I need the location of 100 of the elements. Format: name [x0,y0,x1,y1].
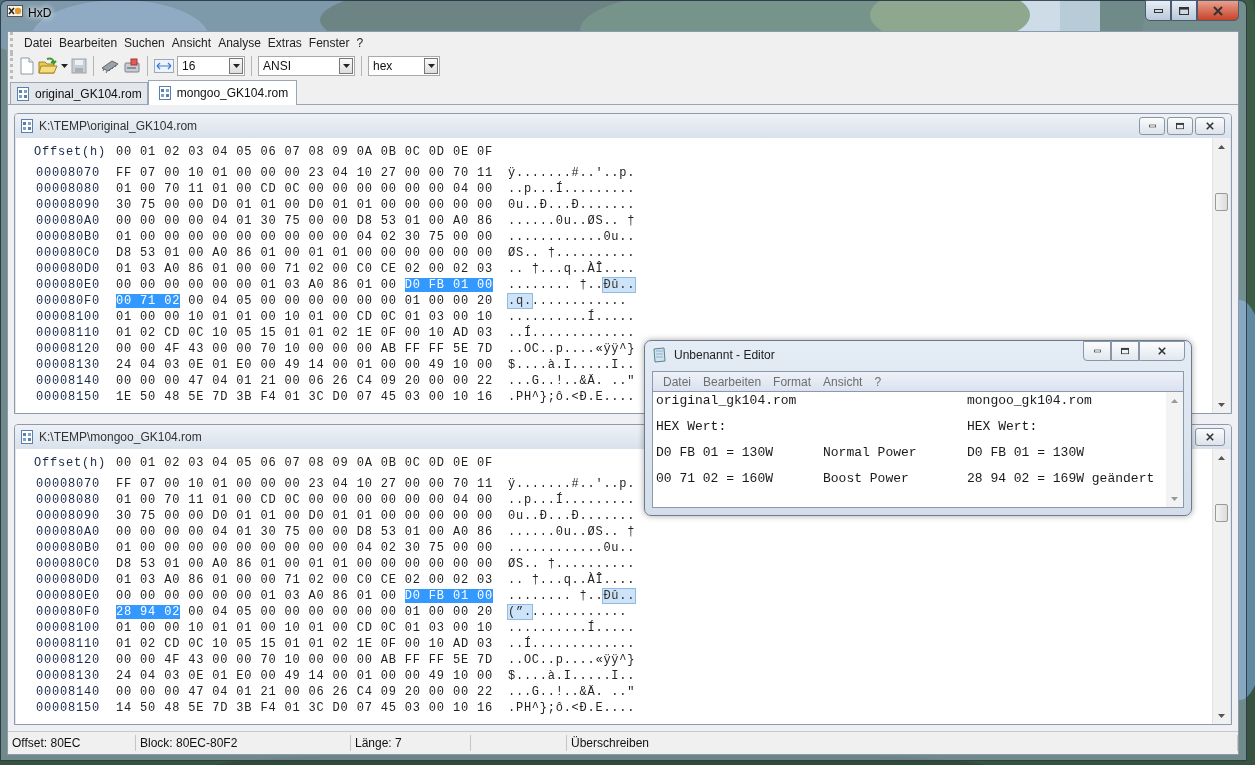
close-icon [1213,5,1223,16]
minimize-icon [1093,349,1101,353]
menu-item[interactable]: ? [353,35,367,50]
scrollbar-thumb[interactable] [1215,504,1228,522]
row-offset: 00008130 [36,358,101,372]
maximize-button[interactable] [1171,0,1197,21]
document-text: HEX Wert: [967,419,1038,434]
row-offset: 000080C0 [36,557,101,571]
document-text: 00 71 02 = 160W [656,471,774,486]
selected-text: .q. [508,294,532,308]
hex-bytes: 24 04 03 0E 01 E0 00 49 14 00 01 00 00 49 10 00 [116,358,493,372]
status-text: Länge: 7 [351,735,471,751]
maximize-icon [1121,347,1129,355]
column-header: 00 01 02 03 04 05 06 07 08 09 0A 0B 0C 0D 0E 0F [116,145,493,159]
row-offset: 00008090 [36,198,101,212]
selected-bytes: D0 FB 01 00 [404,278,493,292]
ascii-text: ØS.. †.......... [508,557,636,571]
scrollbar-thumb[interactable] [1215,193,1228,211]
selected-bytes: D0 FB 01 00 [404,589,493,603]
maximize-button[interactable] [1167,117,1193,135]
menu-item[interactable]: Analyse [215,35,264,50]
ascii-text: ........ †.. [508,589,604,603]
minimize-icon [1153,8,1163,13]
charset-dropdown[interactable]: ANSI [258,56,355,76]
ascii-text: $....à.I.....I.. [508,358,636,372]
close-button[interactable] [1197,0,1239,21]
bytes-per-row-dropdown[interactable]: 16 [177,56,245,76]
row-offset: 000080E0 [36,589,101,603]
hex-bytes: 01 00 00 00 00 00 00 00 00 00 04 02 30 75 00 00 [116,541,493,555]
offset-base-dropdown[interactable]: hex [368,56,440,76]
menu-item[interactable]: Extras [264,35,305,50]
hex-bytes: 01 00 00 00 00 00 00 00 00 00 04 02 30 75 00 00 [116,230,493,244]
hex-bytes: 01 02 CD 0C 10 05 15 01 01 02 1E 0F 00 10 AD 03 [116,637,493,651]
ascii-text: ............0u.. [508,230,636,244]
hex-bytes: 00 00 00 47 04 01 21 00 06 26 C4 09 20 00 00 22 [116,685,493,699]
window-title: K:\TEMP\original_GK104.rom [39,119,198,133]
row-offset: 000080C0 [36,246,101,260]
row-offset: 00008080 [36,182,101,196]
close-button[interactable] [1195,428,1225,446]
ascii-text: ......0u..ØS.. † [508,525,636,539]
document-text: HEX Wert: [656,419,727,434]
hex-bytes: 30 75 00 00 D0 01 01 00 D0 01 01 00 00 00 00 00 [116,198,493,212]
menu-item[interactable]: Fenster [305,35,353,50]
file-icon [21,430,33,444]
selected-bytes: 28 94 02 [116,605,181,619]
column-header: Offset(h) [34,456,107,470]
menu-item[interactable]: Bearbeiten [697,374,768,389]
close-button[interactable] [1195,117,1225,135]
row-offset: 000080A0 [36,525,101,539]
ascii-text: ..Í............. [508,637,636,651]
window-title: K:\TEMP\mongoo_GK104.rom [39,430,202,444]
file-tab[interactable]: original_GK104.rom [10,82,148,104]
menu-item[interactable]: ? [868,374,888,389]
menu-item[interactable]: Datei [21,35,55,50]
caret-icon [342,64,350,68]
document-text: Normal Power [823,445,917,460]
menu-item[interactable]: Datei [657,374,697,389]
minimize-button[interactable] [1145,0,1171,21]
hex-bytes: 01 00 70 11 01 00 CD 0C 00 00 00 00 00 00 04 00 [116,493,493,507]
scroll-down-icon[interactable] [1218,402,1225,407]
hex-bytes: FF 07 00 10 01 00 00 00 23 04 10 27 00 00 70 11 [116,166,493,180]
memory-chip-icon[interactable] [100,58,120,74]
row-offset: 00008130 [36,669,101,683]
columns-icon[interactable] [154,59,174,73]
close-icon [1206,122,1214,130]
open-folder-icon[interactable] [38,57,58,75]
menu-item[interactable]: Ansicht [817,374,869,389]
caret-icon [427,64,435,68]
file-tab[interactable]: mongoo_GK104.rom [147,80,298,105]
ascii-text: .PH^};ô.<Ð.E.... [508,701,636,715]
menu-item[interactable]: Bearbeiten [56,35,121,50]
file-icon [17,86,29,101]
document-text: mongoo_gk104.rom [967,393,1092,408]
menu-item[interactable]: Suchen [121,35,168,50]
ascii-text: ............ [531,294,628,308]
ascii-text: .. †...q..ÀÎ.... [508,573,636,587]
row-offset: 000080D0 [36,573,101,587]
maximize-button[interactable] [1111,341,1139,361]
hex-bytes: 00 04 05 00 00 00 00 00 00 01 00 00 20 [188,294,493,308]
file-icon [158,86,171,100]
hex-bytes: 01 03 A0 86 01 00 00 71 02 00 C0 CE 02 00 02 03 [116,573,493,587]
disk-icon[interactable] [123,58,141,74]
document-text: original_gk104.rom [656,393,797,408]
menu-item[interactable]: Ansicht [168,35,215,50]
status-text: Überschreiben [567,735,1238,751]
column-header: Offset(h) [34,145,107,159]
hex-bytes: 00 00 00 00 00 00 01 03 A0 86 01 00 [116,278,397,292]
maximize-icon [1179,6,1189,15]
window-title: HxD [28,6,52,20]
caret-icon [61,64,68,68]
menu-item[interactable]: Format [767,374,818,389]
row-offset: 000080B0 [36,230,101,244]
scroll-up-icon[interactable] [1218,144,1225,149]
row-offset: 000080E0 [36,278,101,292]
ascii-text: ØS.. †.......... [508,246,636,260]
scroll-up-icon[interactable] [1218,455,1225,460]
ascii-text: ..........Í..... [508,310,636,324]
scroll-down-icon[interactable] [1218,713,1225,718]
ascii-text: ......0u..ØS.. † [508,214,636,228]
hex-bytes: 01 02 CD 0C 10 05 15 01 01 02 1E 0F 00 10 AD 03 [116,326,493,340]
